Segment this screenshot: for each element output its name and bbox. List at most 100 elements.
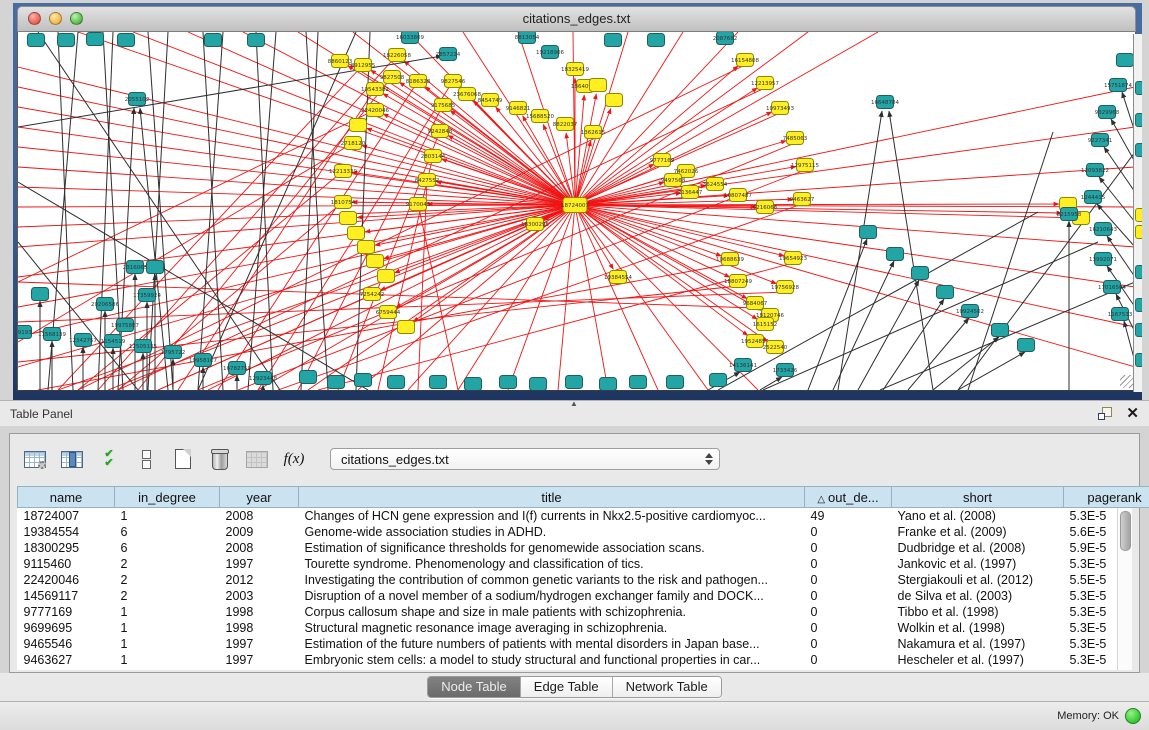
graph-node[interactable] (398, 321, 415, 334)
graph-node[interactable]: 19218906 (536, 46, 564, 59)
graph-node[interactable] (58, 34, 75, 47)
graph-node[interactable]: 16154808 (731, 54, 759, 67)
function-builder-icon[interactable]: f(x) (281, 446, 307, 472)
zoom-window-button[interactable] (70, 12, 83, 25)
graph-node[interactable] (630, 376, 647, 389)
graph-node[interactable] (500, 376, 517, 389)
graph-node[interactable]: 20206586 (91, 298, 119, 311)
select-all-icon[interactable]: ✔✔ (96, 446, 122, 472)
graph-node[interactable] (340, 212, 357, 225)
graph-node[interactable]: 10924502 (956, 305, 984, 318)
graph-node[interactable] (912, 267, 929, 280)
graph-node[interactable]: 12093822 (1081, 164, 1109, 177)
graph-node[interactable]: 2718120 (341, 137, 366, 150)
graph-node[interactable]: 19756928 (771, 281, 799, 294)
graph-node[interactable] (355, 374, 372, 387)
tab-edge-table[interactable]: Edge Table (521, 677, 613, 697)
graph-node[interactable]: 8454749 (478, 94, 503, 107)
graph-node[interactable]: 9463627 (790, 193, 815, 206)
graph-node[interactable] (648, 34, 665, 47)
table-row[interactable]: 1456911722003Disruption of a novel membe… (18, 588, 1149, 604)
graph-node[interactable]: 9146821 (506, 102, 531, 115)
graph-node[interactable]: 7857224 (436, 48, 461, 61)
table-scrollbar[interactable] (1117, 508, 1132, 670)
graph-node[interactable] (378, 270, 395, 283)
network-window-titlebar[interactable]: citations_edges.txt (17, 6, 1136, 32)
graph-node[interactable]: 16782759 (223, 362, 251, 375)
graph-node[interactable] (465, 378, 482, 391)
graph-node[interactable]: 10543382 (361, 83, 389, 96)
graph-node[interactable]: 16210643 (1089, 223, 1117, 236)
tab-node-table[interactable]: Node Table (428, 677, 521, 697)
graph-node[interactable]: 9777169 (650, 154, 675, 167)
graph-node[interactable] (358, 241, 375, 254)
graph-node[interactable]: 19654923 (779, 252, 807, 265)
splitter-handle[interactable]: ▲ (570, 400, 578, 408)
graph-node[interactable] (887, 248, 904, 261)
graph-node[interactable] (667, 376, 684, 389)
graph-node[interactable]: 2087682 (713, 32, 738, 45)
graph-node[interactable]: 9170043 (406, 198, 431, 211)
graph-node[interactable]: 8860123 (328, 55, 353, 68)
import-table-icon[interactable] (244, 446, 270, 472)
column-header-name[interactable]: name (18, 487, 115, 508)
delete-table-icon[interactable] (207, 446, 233, 472)
graph-node[interactable] (566, 376, 583, 389)
graph-node[interactable]: 9227341 (1088, 134, 1113, 147)
graph-node[interactable]: 18325419 (561, 63, 589, 76)
tab-network-table[interactable]: Network Table (613, 677, 721, 697)
graph-node[interactable]: 8813054 (515, 32, 540, 44)
graph-node[interactable]: 1733426 (773, 364, 798, 377)
graph-node[interactable]: 15688520 (526, 110, 554, 123)
graph-node[interactable] (205, 34, 222, 47)
graph-node[interactable]: 13992071 (1089, 253, 1117, 266)
graph-node[interactable] (992, 324, 1009, 337)
graph-node[interactable]: 1362615 (581, 126, 606, 139)
table-row[interactable]: 911546021997Tourette syndrome. Phenomeno… (18, 556, 1149, 572)
graph-node[interactable]: 17359924 (133, 289, 161, 302)
graph-node[interactable]: 7485063 (783, 132, 808, 145)
graph-node[interactable]: 18226058 (383, 49, 411, 62)
graph-node[interactable]: 9827508 (380, 71, 405, 84)
graph-node[interactable] (328, 376, 345, 389)
graph-node[interactable]: 12213957 (751, 77, 779, 90)
table-row[interactable]: 946362711997Embryonic stem cells: a mode… (18, 652, 1149, 668)
table-scrollbar-thumb[interactable] (1120, 511, 1131, 551)
memory-status-icon[interactable] (1125, 708, 1141, 724)
show-columns-icon[interactable] (59, 446, 85, 472)
graph-node[interactable]: 39193 (18, 326, 32, 339)
table-row[interactable]: 1938455462009Genome-wide association stu… (18, 524, 1149, 540)
graph-node[interactable] (388, 376, 405, 389)
column-header-out_de[interactable]: △out_de... (805, 487, 892, 508)
deselect-all-icon[interactable] (133, 446, 159, 472)
graph-node[interactable] (1117, 54, 1134, 67)
graph-node[interactable]: 2316065 (123, 261, 148, 274)
graph-node[interactable]: 12975115 (791, 159, 819, 172)
graph-node[interactable]: 9827546 (441, 75, 466, 88)
graph-node[interactable] (87, 33, 104, 46)
graph-node[interactable] (147, 261, 164, 274)
network-canvas[interactable]: 8860123891295518226058982750810543382818… (17, 32, 1136, 391)
graph-node[interactable]: 11568139 (38, 328, 66, 341)
graph-node[interactable]: 12923448 (249, 372, 277, 385)
graph-node[interactable] (300, 371, 317, 384)
graph-node[interactable] (937, 286, 954, 299)
graph-node[interactable]: 16033809 (396, 32, 424, 44)
graph-node[interactable]: 16648784 (871, 96, 899, 109)
close-window-button[interactable] (28, 12, 41, 25)
citation-network-graph[interactable]: 8860123891295518226058982750810543382818… (18, 32, 1135, 390)
graph-node[interactable] (248, 34, 265, 47)
table-settings-icon[interactable] (22, 446, 48, 472)
graph-node[interactable] (348, 227, 365, 240)
table-row[interactable]: 946554611997Estimation of the future num… (18, 636, 1149, 652)
graph-node[interactable] (32, 288, 49, 301)
graph-node[interactable] (600, 378, 617, 391)
graph-node[interactable]: 7254242 (360, 288, 385, 301)
graph-node[interactable]: 8912955 (351, 59, 376, 72)
graph-node[interactable]: 2055102 (125, 93, 150, 106)
graph-node[interactable]: 12213339 (329, 165, 357, 178)
table-row[interactable]: 1872400712008Changes of HCN gene express… (18, 508, 1149, 525)
graph-node[interactable] (605, 34, 622, 47)
graph-node[interactable]: 1615152 (753, 318, 778, 331)
graph-node[interactable]: 2522540 (763, 341, 788, 354)
